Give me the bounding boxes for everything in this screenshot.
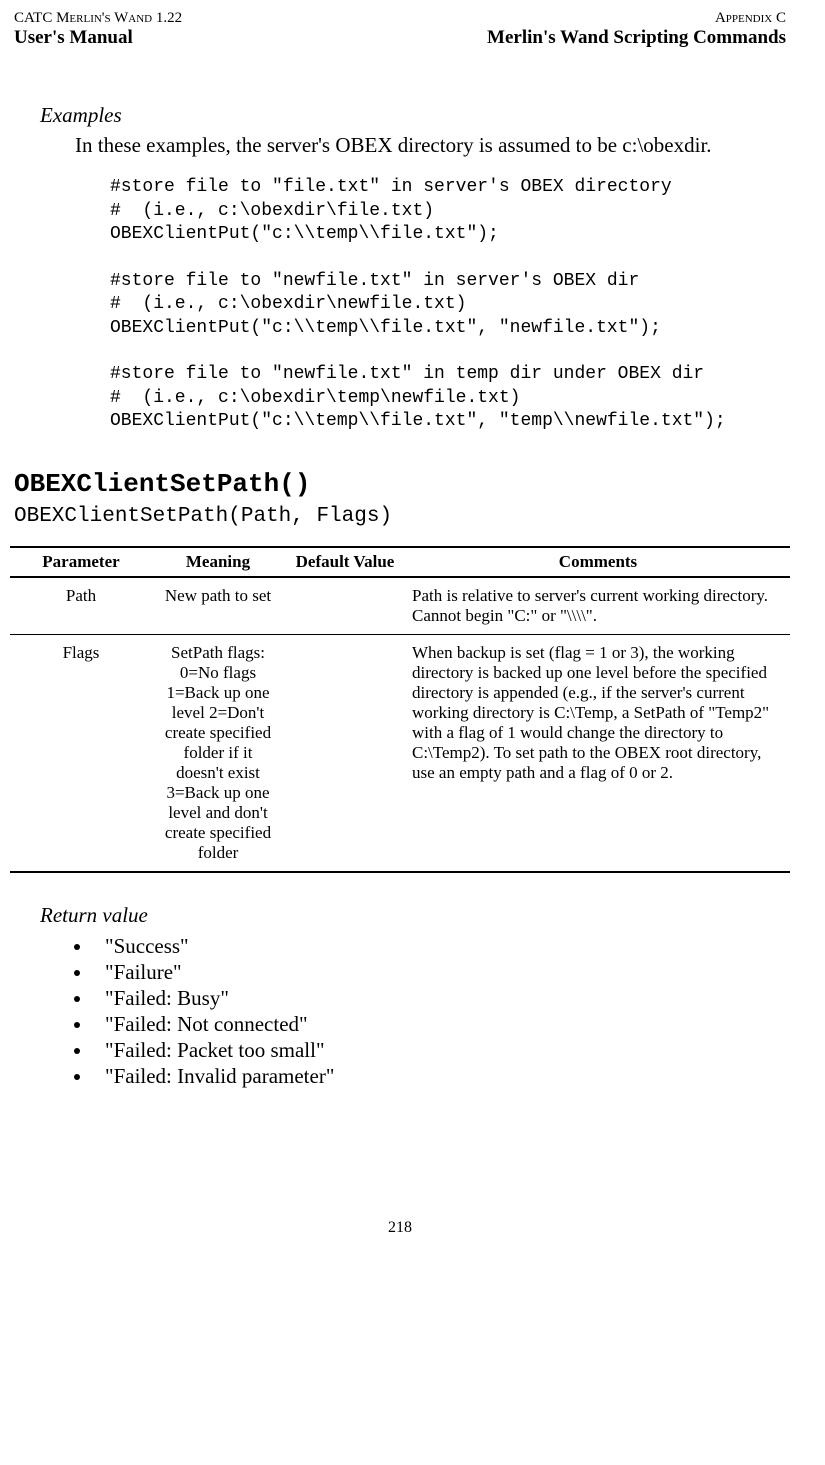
function-signature: OBEXClientSetPath(Path, Flags) <box>14 505 790 528</box>
subheader-right: Merlin's Wand Scripting Commands <box>487 27 786 49</box>
header-left: CATC Merlin's Wand 1.22 <box>14 10 182 27</box>
subheader-left: User's Manual <box>14 27 133 49</box>
return-value-heading: Return value <box>40 903 790 928</box>
list-item: "Failed: Busy" <box>93 986 790 1011</box>
examples-intro: In these examples, the server's OBEX dir… <box>75 132 785 158</box>
list-item: "Failure" <box>93 960 790 985</box>
list-item: "Failed: Packet too small" <box>93 1038 790 1063</box>
th-default: Default Value <box>284 547 406 577</box>
page-number: 218 <box>10 1219 790 1237</box>
cell-default <box>284 634 406 872</box>
table-row: Path New path to set Path is relative to… <box>10 577 790 635</box>
table-row: Flags SetPath flags: 0=No flags 1=Back u… <box>10 634 790 872</box>
examples-heading: Examples <box>40 103 790 128</box>
cell-default <box>284 577 406 635</box>
header-right: Appendix C <box>715 10 786 27</box>
cell-parameter: Flags <box>10 634 152 872</box>
header-row: CATC Merlin's Wand 1.22 Appendix C <box>10 10 790 27</box>
cell-parameter: Path <box>10 577 152 635</box>
parameter-table: Parameter Meaning Default Value Comments… <box>10 546 790 873</box>
th-parameter: Parameter <box>10 547 152 577</box>
return-value-list: "Success" "Failure" "Failed: Busy" "Fail… <box>75 934 790 1089</box>
th-meaning: Meaning <box>152 547 284 577</box>
page-content: CATC Merlin's Wand 1.22 Appendix C User'… <box>0 0 825 1257</box>
cell-meaning: New path to set <box>152 577 284 635</box>
cell-meaning: SetPath flags: 0=No flags 1=Back up one … <box>152 634 284 872</box>
function-name: OBEXClientSetPath() <box>14 469 790 499</box>
table-header-row: Parameter Meaning Default Value Comments <box>10 547 790 577</box>
list-item: "Success" <box>93 934 790 959</box>
subheader-row: User's Manual Merlin's Wand Scripting Co… <box>10 27 790 53</box>
list-item: "Failed: Not connected" <box>93 1012 790 1037</box>
list-item: "Failed: Invalid parameter" <box>93 1064 790 1089</box>
examples-code: #store file to "file.txt" in server's OB… <box>110 176 790 433</box>
cell-comments: Path is relative to server's current wor… <box>406 577 790 635</box>
cell-comments: When backup is set (flag = 1 or 3), the … <box>406 634 790 872</box>
th-comments: Comments <box>406 547 790 577</box>
